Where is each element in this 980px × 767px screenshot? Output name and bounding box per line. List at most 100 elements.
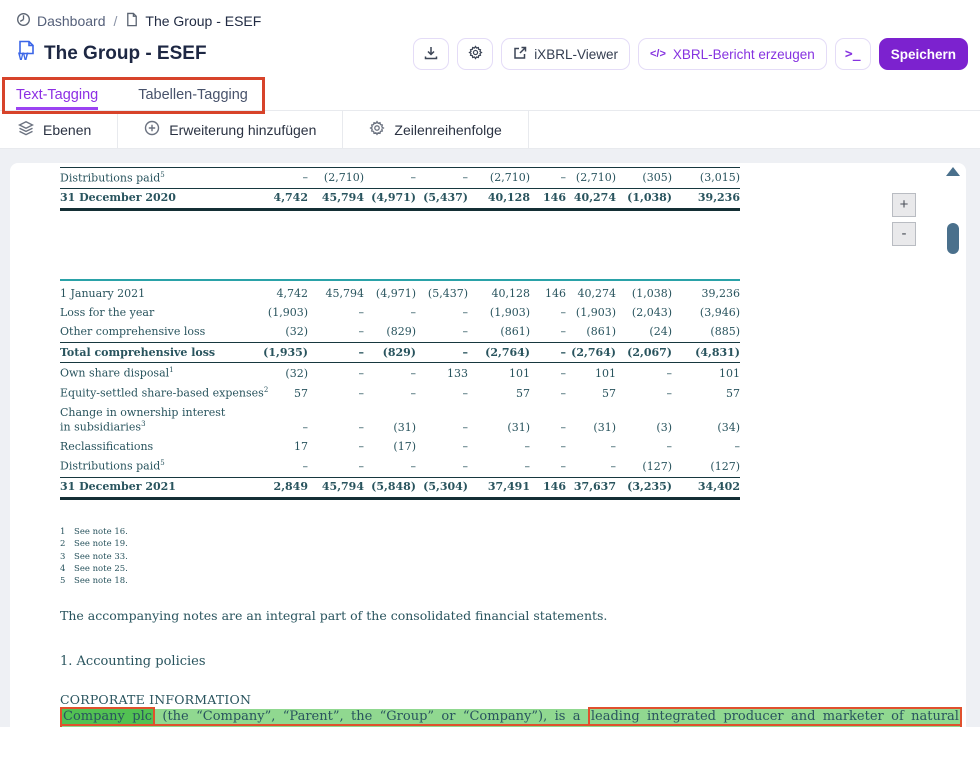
table-row[interactable]: Loss for the year(1,903)–––(1,903)–(1,90…	[60, 304, 740, 323]
table-cell: 57	[468, 383, 530, 403]
footnote-marker: 2	[264, 386, 268, 394]
layers-button[interactable]: Ebenen	[0, 111, 118, 148]
table-cell: 37,491	[468, 477, 530, 498]
table-cell: (2,764)	[468, 343, 530, 363]
row-label: 31 December 2021	[60, 477, 250, 498]
table-cell: 146	[530, 477, 566, 498]
table-cell: –	[616, 363, 672, 383]
table-cell: –	[468, 457, 530, 477]
table-cell: –	[308, 383, 364, 403]
table-cell: –	[250, 403, 308, 437]
table-cell: 45,794	[308, 280, 364, 304]
footnote-marker: 3	[141, 420, 145, 428]
scroll-up-arrow[interactable]	[946, 167, 960, 176]
table-cell: (3,015)	[672, 168, 740, 189]
table-cell: 4,742	[250, 188, 308, 209]
gear-icon	[369, 120, 385, 139]
footnote: 2See note 19.	[60, 538, 956, 550]
table-row[interactable]: Other comprehensive loss(32)–(829)–(861)…	[60, 323, 740, 343]
table-row[interactable]: 31 December 20204,74245,794(4,971)(5,437…	[60, 188, 740, 209]
row-label: Distributions paid5	[60, 168, 250, 189]
terminal-button[interactable]: >_	[835, 38, 871, 70]
table-cell: –	[416, 403, 468, 437]
code-icon: </>	[650, 48, 666, 60]
row-label: Other comprehensive loss	[60, 323, 250, 343]
table-cell: (829)	[364, 323, 416, 343]
table-cell: (127)	[672, 457, 740, 477]
table-row[interactable]: Own share disposal1(32)––133101–101–101	[60, 363, 740, 383]
ixbrl-viewer-button[interactable]: iXBRL-Viewer	[501, 38, 630, 70]
table-cell: (2,043)	[616, 304, 672, 323]
table-row[interactable]: Change in ownership interestin subsidiar…	[60, 403, 740, 437]
layers-label: Ebenen	[43, 122, 91, 138]
tab-text-tagging[interactable]: Text-Tagging	[16, 87, 98, 110]
scrollbar	[946, 167, 959, 727]
zoom-out-button[interactable]: -	[892, 222, 916, 246]
table-cell: (5,304)	[416, 477, 468, 498]
section-heading: 1. Accounting policies	[60, 654, 956, 669]
row-label: Total comprehensive loss	[60, 343, 250, 363]
table-cell: 17	[250, 438, 308, 457]
table-cell: –	[616, 383, 672, 403]
external-link-icon	[513, 46, 527, 63]
table-cell: –	[672, 438, 740, 457]
table-cell: (861)	[468, 323, 530, 343]
table-row[interactable]: Reclassifications17–(17)––––––	[60, 438, 740, 457]
breadcrumb-dashboard-link[interactable]: Dashboard	[16, 12, 106, 30]
table-row[interactable]: Distributions paid5–(2,710)––(2,710)–(2,…	[60, 168, 740, 189]
plus-circle-icon	[144, 120, 160, 139]
table-cell: (5,848)	[364, 477, 416, 498]
zoom-in-button[interactable]: +	[892, 193, 916, 217]
footnote: 4See note 25.	[60, 563, 956, 575]
xbrl-generate-label: XBRL-Bericht erzeugen	[673, 47, 815, 62]
table-cell: –	[416, 438, 468, 457]
breadcrumb-separator: /	[114, 13, 118, 29]
table-cell: (1,935)	[250, 343, 308, 363]
table-spacer	[60, 210, 740, 280]
table-cell: (31)	[566, 403, 616, 437]
scrollbar-thumb[interactable]	[947, 223, 959, 254]
table-cell: –	[416, 304, 468, 323]
download-button[interactable]	[413, 38, 449, 70]
ixbrl-viewer-label: iXBRL-Viewer	[534, 47, 618, 62]
table-cell: –	[364, 363, 416, 383]
breadcrumb-current-link[interactable]: The Group - ESEF	[125, 12, 261, 30]
table-cell: –	[468, 438, 530, 457]
corporate-paragraph: Company plc (the “Company”, “Parent”, th…	[60, 708, 962, 727]
save-button[interactable]: Speichern	[879, 38, 968, 70]
table-row[interactable]: 1 January 20214,74245,794(4,971)(5,437)4…	[60, 280, 740, 304]
tagged-fact-company-name[interactable]: Company plc	[60, 707, 155, 726]
corporate-information-heading: CORPORATE INFORMATION	[60, 692, 956, 707]
tab-tabellen-tagging[interactable]: Tabellen-Tagging	[138, 87, 248, 110]
row-label: Reclassifications	[60, 438, 250, 457]
table-cell: 4,742	[250, 280, 308, 304]
table-cell: –	[364, 304, 416, 323]
add-extension-button[interactable]: Erweiterung hinzufügen	[118, 111, 343, 148]
table-cell: –	[416, 343, 468, 363]
table-cell: (127)	[616, 457, 672, 477]
table-row[interactable]: Equity-settled share-based expenses257––…	[60, 383, 740, 403]
table-cell: –	[250, 168, 308, 189]
table-cell: –	[530, 323, 566, 343]
footnote: 5See note 18.	[60, 575, 956, 587]
table-cell: 146	[530, 280, 566, 304]
table-cell: –	[308, 457, 364, 477]
table-row[interactable]: Total comprehensive loss(1,935)–(829)–(2…	[60, 343, 740, 363]
table-cell: 37,637	[566, 477, 616, 498]
table-cell: 40,128	[468, 280, 530, 304]
page-title: W The Group - ESEF	[16, 40, 207, 68]
settings-button[interactable]	[457, 38, 493, 70]
download-icon	[424, 46, 438, 63]
table-cell: 40,274	[566, 280, 616, 304]
table-cell: –	[530, 343, 566, 363]
document-page: + - Distributions paid5–(2,710)––(2,710)…	[10, 163, 966, 727]
xbrl-generate-button[interactable]: </> XBRL-Bericht erzeugen	[638, 38, 827, 70]
row-order-button[interactable]: Zeilenreihenfolge	[343, 111, 528, 148]
table-cell: 2,849	[250, 477, 308, 498]
terminal-icon: >_	[845, 47, 861, 62]
table-row[interactable]: 31 December 20212,84945,794(5,848)(5,304…	[60, 477, 740, 498]
table-row[interactable]: Distributions paid5–––––––(127)(127)	[60, 457, 740, 477]
table-cell: (1,903)	[250, 304, 308, 323]
footnotes: 1See note 16.2See note 19.3See note 33.4…	[60, 526, 956, 588]
row-label: Distributions paid5	[60, 457, 250, 477]
